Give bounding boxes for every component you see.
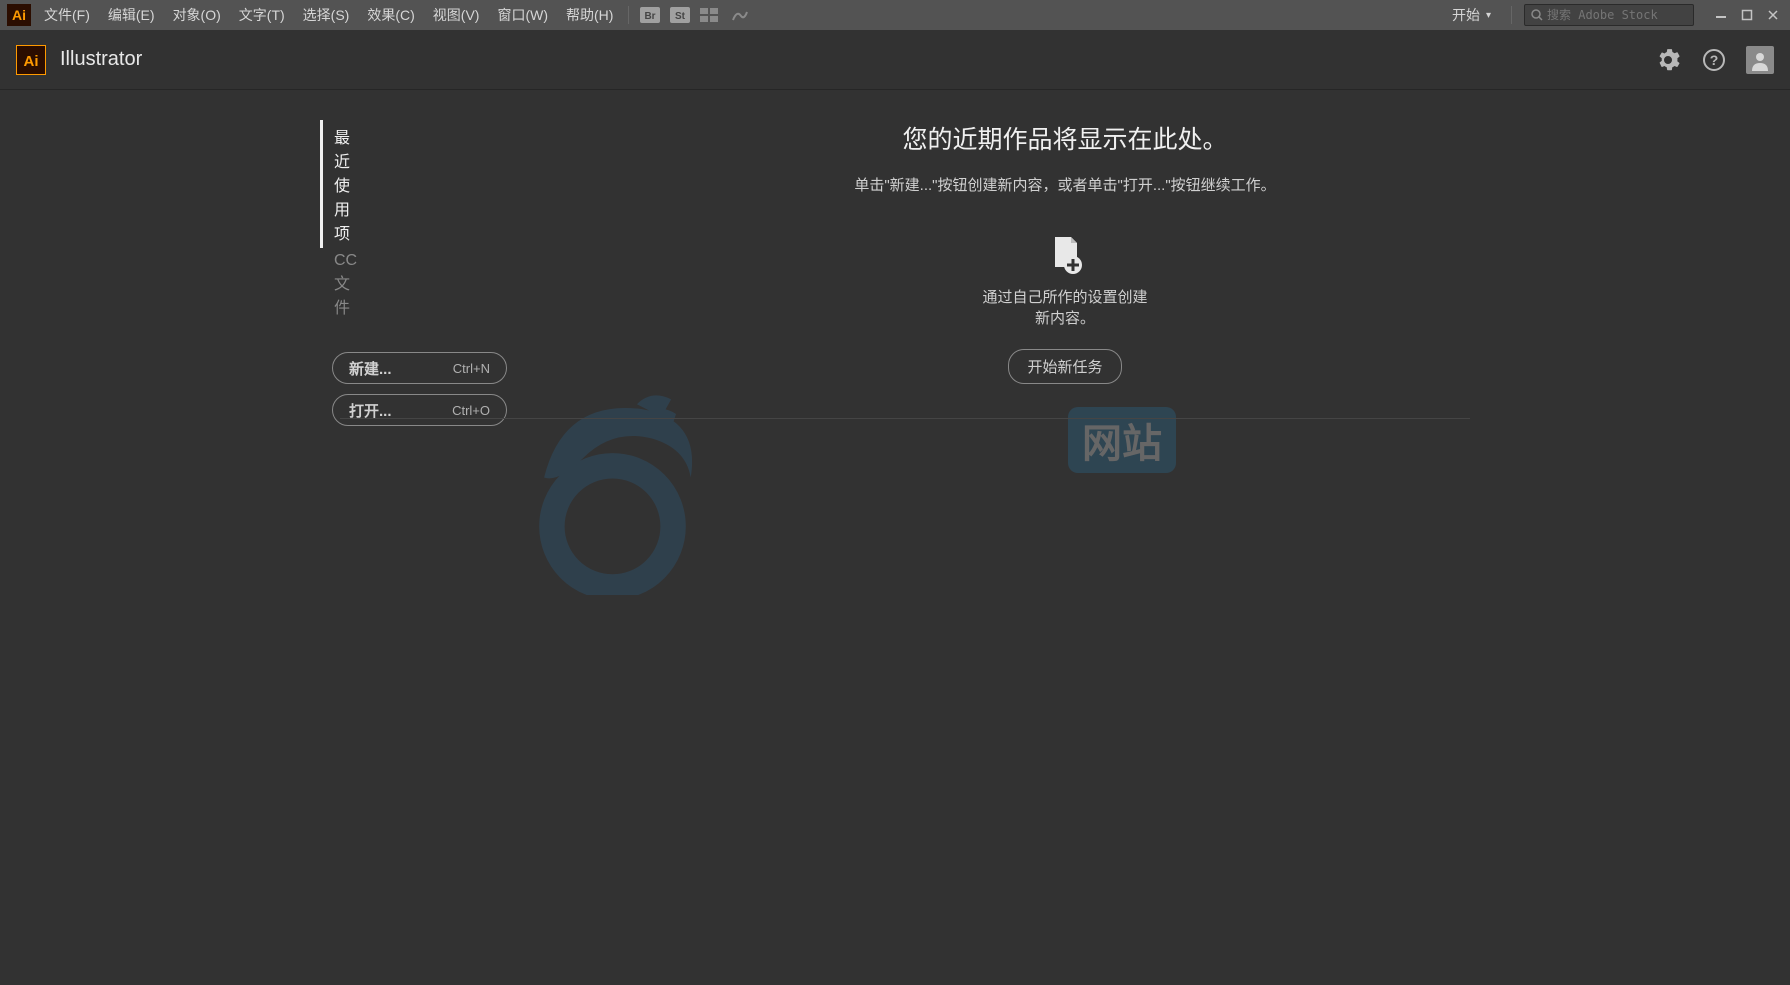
menu-view[interactable]: 视图(V) [424,0,489,30]
new-document-icon [1045,235,1085,275]
search-input[interactable] [1547,8,1687,22]
account-avatar[interactable] [1746,46,1774,74]
sidebar-nav-cc-files[interactable]: CC 文件 [320,248,340,322]
menu-divider [628,6,629,24]
user-icon [1749,49,1771,71]
workspace-label: 开始 [1452,5,1480,25]
app-title: Illustrator [60,48,142,71]
start-screen: 最近使用项 CC 文件 新建... Ctrl+N 打开... Ctrl+O 您的… [0,90,1790,985]
start-new-task-button[interactable]: 开始新任务 [1008,349,1121,384]
svg-text:St: St [675,11,686,22]
search-icon [1531,9,1543,21]
menu-object[interactable]: 对象(O) [164,0,230,30]
new-doc-description: 通过自己所作的设置创建 新内容。 [982,287,1147,329]
maximize-button[interactable] [1734,5,1760,25]
workspace-switcher[interactable]: 开始 ▾ [1444,4,1499,26]
section-divider [340,418,1470,419]
app-logo-icon: Ai [6,4,31,26]
menu-help[interactable]: 帮助(H) [557,0,622,30]
search-stock[interactable] [1524,4,1694,26]
bridge-icon[interactable]: Br [638,5,662,25]
app-header: Ai Illustrator ? [0,30,1790,90]
main-menu: 文件(F) 编辑(E) 对象(O) 文字(T) 选择(S) 效果(C) 视图(V… [35,0,622,30]
menu-bar: Ai 文件(F) 编辑(E) 对象(O) 文字(T) 选择(S) 效果(C) 视… [0,0,1790,30]
hero-subtitle: 单击"新建..."按钮创建新内容，或者单击"打开..."按钮继续工作。 [340,174,1790,195]
svg-text:Br: Br [645,11,656,22]
sidebar-nav-recent[interactable]: 最近使用项 [320,120,340,248]
arrange-documents-icon[interactable] [698,5,722,25]
menu-effect[interactable]: 效果(C) [358,0,423,30]
menu-type[interactable]: 文字(T) [230,0,294,30]
menu-divider [1511,6,1512,24]
illustrator-logo-icon: Ai [16,45,46,75]
gear-icon [1656,48,1680,72]
svg-text:Ai: Ai [24,53,39,70]
help-button[interactable]: ? [1700,46,1728,74]
close-button[interactable] [1760,5,1786,25]
start-main: 您的近期作品将显示在此处。 单击"新建..."按钮创建新内容，或者单击"打开..… [340,120,1790,985]
gpu-icon[interactable] [728,5,752,25]
menu-window[interactable]: 窗口(W) [488,0,557,30]
stock-icon[interactable]: St [668,5,692,25]
menu-file[interactable]: 文件(F) [35,0,99,30]
settings-button[interactable] [1654,46,1682,74]
svg-text:Ai: Ai [12,7,26,23]
start-sidebar: 最近使用项 CC 文件 新建... Ctrl+N 打开... Ctrl+O [0,120,340,985]
minimize-button[interactable] [1708,5,1734,25]
help-icon: ? [1702,48,1726,72]
svg-text:?: ? [1710,52,1719,68]
menu-edit[interactable]: 编辑(E) [99,0,164,30]
menu-select[interactable]: 选择(S) [294,0,359,30]
chevron-down-icon: ▾ [1486,10,1491,21]
hero-title: 您的近期作品将显示在此处。 [340,120,1790,156]
